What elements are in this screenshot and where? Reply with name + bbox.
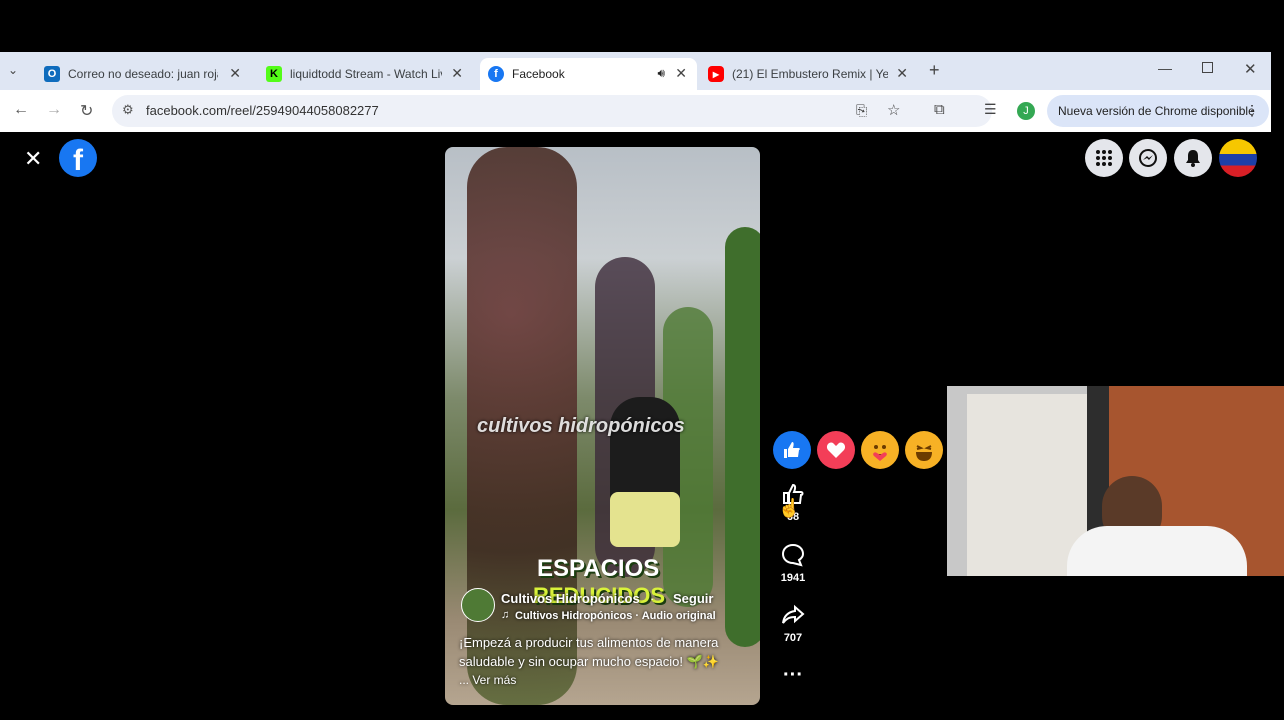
audio-label[interactable]: Cultivos Hidropónicos · Audio original [515, 610, 716, 622]
profile-avatar[interactable]: J [1017, 102, 1035, 120]
door-image [967, 394, 1087, 576]
close-tab-icon[interactable]: ✕ [451, 65, 463, 82]
youtube-icon: ▶ [708, 66, 724, 82]
tab-facebook[interactable]: f Facebook 🔊︎ ✕ [480, 58, 697, 90]
music-note-icon: ♫ [501, 609, 510, 621]
close-tab-icon[interactable]: ✕ [896, 65, 908, 82]
reel-video[interactable]: cultivos hidropónicos ESPACIOS REDUCIDOS… [445, 147, 760, 705]
tab-youtube[interactable]: ▶ (21) El Embustero Remix | Yeison ✕ [700, 58, 918, 90]
close-tab-icon[interactable]: ✕ [229, 65, 241, 82]
browser-toolbar: ← → ↻ ⚙ facebook.com/reel/25949044058082… [0, 90, 1271, 132]
tab-title: Correo no deseado: juan rojas [68, 67, 218, 81]
tab-title: Facebook [512, 67, 565, 81]
kick-icon: K [266, 66, 282, 82]
like-reaction-icon[interactable] [773, 431, 811, 469]
facebook-icon: f [488, 66, 504, 82]
new-tab-button[interactable]: + [929, 60, 940, 81]
extensions-icon[interactable]: ⧉ [934, 101, 945, 118]
chrome-update-button[interactable]: Nueva versión de Chrome disponible ⋮ [1047, 95, 1269, 127]
back-icon[interactable]: ← [13, 101, 29, 119]
description-line: saludable y sin ocupar mucho espacio! 🌱✨ [459, 654, 720, 669]
speaker-icon[interactable]: 🔊︎ [657, 66, 665, 81]
tab-title: liquidtodd Stream - Watch Live [290, 67, 442, 81]
site-info-icon[interactable]: ⚙ [122, 102, 134, 118]
minimize-icon[interactable]: — [1158, 60, 1172, 76]
share-button[interactable]: 707 [778, 603, 808, 644]
person-image [1067, 526, 1247, 576]
share-count: 707 [783, 632, 803, 644]
webcam-overlay [947, 386, 1284, 576]
menu-kebab-icon[interactable]: ⋮ [1245, 102, 1259, 119]
overlay-title: cultivos hidropónicos [477, 415, 685, 437]
reload-icon[interactable]: ↻ [80, 101, 93, 121]
bookmark-star-icon[interactable]: ☆ [887, 101, 900, 119]
follow-button[interactable]: Seguir [673, 591, 713, 606]
mouse-cursor-icon: ☝ [778, 498, 801, 518]
tab-title: (21) El Embustero Remix | Yeison [732, 67, 888, 81]
comment-icon [781, 543, 805, 567]
person-figure [610, 492, 680, 547]
share-icon [782, 604, 805, 624]
author-avatar[interactable] [461, 588, 495, 622]
address-bar[interactable]: ⚙ facebook.com/reel/2594904405808227​7 ⎘… [112, 95, 992, 127]
reactions-bar [770, 428, 948, 472]
forward-icon[interactable]: → [46, 101, 62, 119]
love-reaction-icon[interactable] [817, 431, 855, 469]
facebook-logo-icon[interactable]: f [59, 139, 97, 177]
account-avatar[interactable] [1219, 139, 1257, 177]
menu-grid-icon[interactable] [1085, 139, 1123, 177]
comment-count: 1941 [780, 572, 806, 584]
close-window-icon[interactable]: ✕ [1244, 60, 1257, 78]
install-app-icon[interactable]: ⎘ [856, 102, 867, 119]
url-text: facebook.com/reel/2594904405808227​7 [146, 103, 379, 118]
description-line: ¡Empezá a producir tus alimentos de mane… [459, 635, 719, 650]
dot-separator: · [650, 591, 655, 606]
headline-line1: ESPACIOS [537, 555, 660, 582]
outlook-icon: O [44, 66, 60, 82]
author-name[interactable]: Cultivos Hidropónicos [501, 591, 640, 606]
tab-outlook[interactable]: O Correo no deseado: juan rojas ✕ [36, 58, 251, 90]
media-controls-icon[interactable]: ☰ [984, 101, 997, 118]
more-options-icon[interactable]: ··· [778, 664, 808, 687]
plant-tower-image [725, 227, 760, 647]
haha-reaction-icon[interactable] [905, 431, 943, 469]
comment-button[interactable]: 1941 [778, 543, 808, 584]
close-reel-icon[interactable]: ✕ [24, 146, 42, 172]
update-label: Nueva versión de Chrome disponible [1058, 104, 1255, 118]
browser-tab-strip: ⌄ O Correo no deseado: juan rojas ✕ K li… [0, 52, 1271, 90]
care-reaction-icon[interactable] [861, 431, 899, 469]
see-more-link[interactable]: ... Ver más [459, 673, 516, 687]
messenger-icon[interactable] [1129, 139, 1167, 177]
tab-search-button[interactable]: ⌄ [8, 63, 18, 77]
close-tab-icon[interactable]: ✕ [675, 65, 687, 82]
notifications-bell-icon[interactable] [1174, 139, 1212, 177]
tab-kick[interactable]: K liquidtodd Stream - Watch Live ✕ [258, 58, 473, 90]
restore-icon[interactable] [1202, 62, 1213, 73]
